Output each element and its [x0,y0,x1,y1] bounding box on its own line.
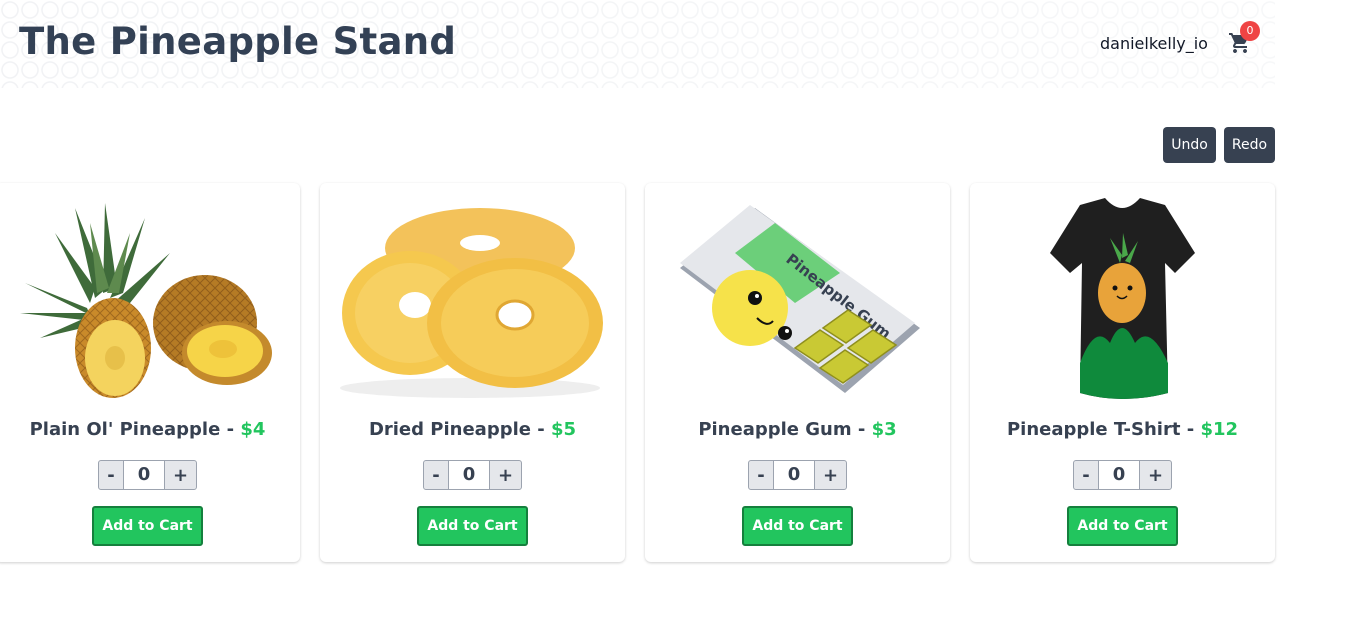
product-title: Pineapple Gum - $3 [645,419,950,440]
title-separator: - [530,419,551,440]
quantity-stepper: - 0 + [98,460,197,490]
quantity-stepper: - 0 + [423,460,522,490]
title-separator: - [851,419,872,440]
cart-button[interactable]: 0 [1228,21,1260,59]
decrement-button[interactable]: - [423,460,449,490]
product-name: Plain Ol' Pineapple [29,419,221,440]
add-to-cart-button[interactable]: Add to Cart [417,506,528,546]
quantity-value[interactable]: 0 [1099,460,1139,490]
product-name: Dried Pineapple [368,419,531,440]
site-header: The Pineapple Stand danielkelly_io 0 [0,0,1275,88]
add-to-cart-button[interactable]: Add to Cart [1067,506,1178,546]
product-card: Plain Ol' Pineapple - $4 - 0 + Add to Ca… [0,183,300,562]
quantity-stepper: - 0 + [1073,460,1172,490]
pineapple-gum-image: Pineapple Gum [680,205,920,393]
product-title: Dried Pineapple - $5 [320,419,625,440]
cart-count-badge: 0 [1240,21,1260,41]
quantity-stepper: - 0 + [748,460,847,490]
product-name: Pineapple Gum [698,419,852,440]
product-price: $5 [550,419,577,440]
product-price: $4 [240,419,266,440]
product-price: $12 [1200,419,1239,440]
decrement-button[interactable]: - [748,460,774,490]
increment-button[interactable]: + [489,460,522,490]
tshirt-image [1050,198,1195,399]
product-card: Dried Pineapple - $5 - 0 + Add to Cart [320,183,625,562]
increment-button[interactable]: + [814,460,847,490]
site-title: The Pineapple Stand [19,20,457,63]
product-name: Pineapple T-Shirt [1006,419,1181,440]
quantity-value[interactable]: 0 [774,460,814,490]
shopping-cart-icon [1228,33,1252,59]
add-to-cart-button[interactable]: Add to Cart [742,506,853,546]
username[interactable]: danielkelly_io [1100,34,1208,53]
decrement-button[interactable]: - [1073,460,1099,490]
quantity-value[interactable]: 0 [449,460,489,490]
pineapple-image [20,203,272,398]
decrement-button[interactable]: - [98,460,124,490]
title-separator: - [220,419,241,440]
product-price: $3 [871,419,897,440]
product-card: Pineapple Gum Pineapple Gum - $3 - 0 + A… [645,183,950,562]
product-title: Plain Ol' Pineapple - $4 [0,419,300,440]
add-to-cart-button[interactable]: Add to Cart [92,506,203,546]
product-title: Pineapple T-Shirt - $12 [970,419,1275,440]
title-separator: - [1180,419,1201,440]
increment-button[interactable]: + [164,460,197,490]
quantity-value[interactable]: 0 [124,460,164,490]
product-card: Pineapple T-Shirt - $12 - 0 + Add to Car… [970,183,1275,562]
redo-button[interactable]: Redo [1224,127,1275,163]
increment-button[interactable]: + [1139,460,1172,490]
dried-pineapple-image [340,208,603,398]
undo-button[interactable]: Undo [1163,127,1216,163]
